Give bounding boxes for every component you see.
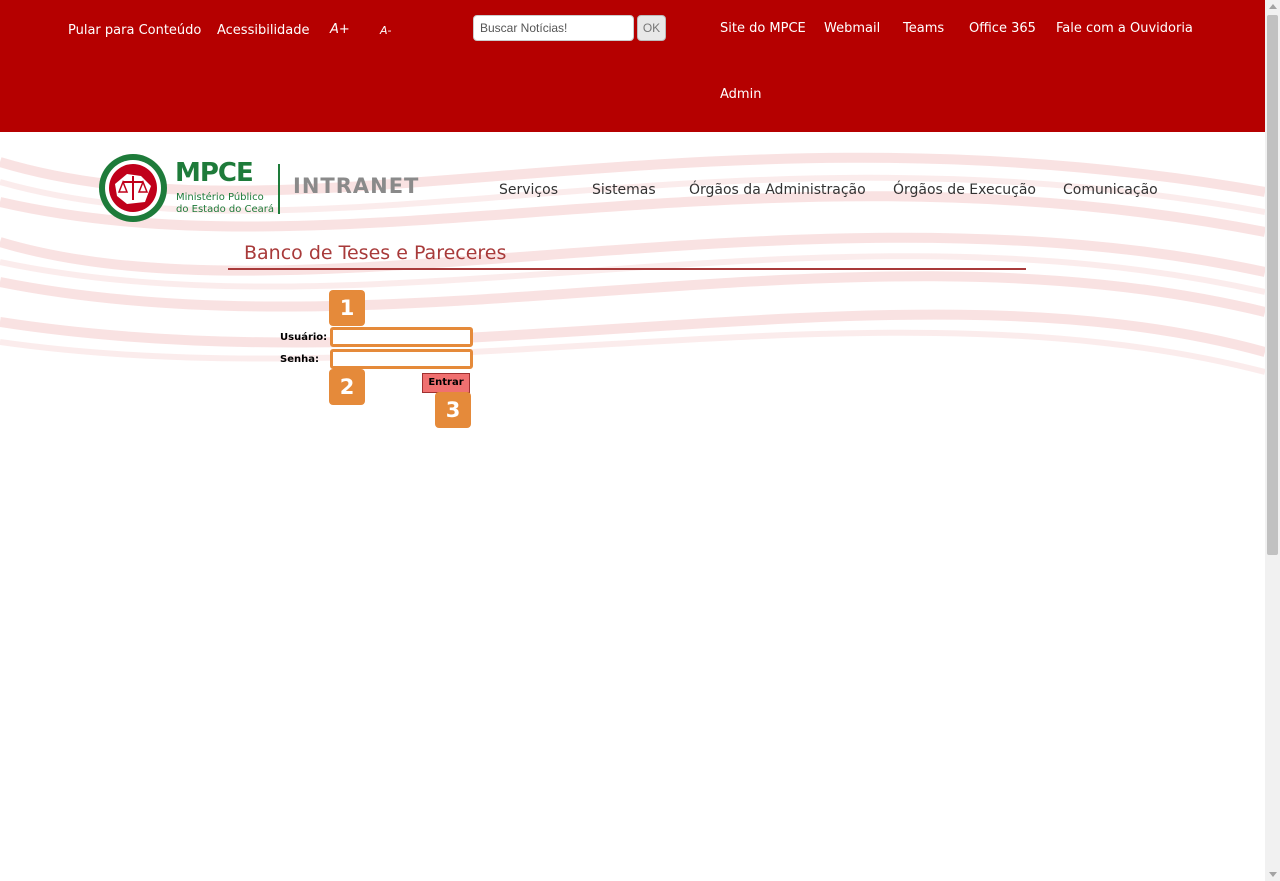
login-button[interactable]: Entrar xyxy=(422,373,470,393)
annotation-marker-3: 3 xyxy=(435,392,471,428)
logo-acronym: MPCE xyxy=(175,158,254,188)
user-input[interactable] xyxy=(330,327,473,347)
scroll-down-arrow-icon[interactable] xyxy=(1269,872,1277,877)
password-label: Senha: xyxy=(280,354,319,365)
scrollbar-thumb[interactable] xyxy=(1267,15,1278,555)
page-scrollbar[interactable] xyxy=(1265,0,1280,881)
office365-link[interactable]: Office 365 xyxy=(969,21,1036,36)
mpce-logo[interactable]: MPCE Ministério Público do Estado do Cea… xyxy=(97,154,427,224)
nav-orgaos-execucao[interactable]: Órgãos de Execução xyxy=(893,182,1036,198)
logo-line2: do Estado do Ceará xyxy=(176,204,275,215)
admin-link[interactable]: Admin xyxy=(720,87,761,102)
annotation-marker-1: 1 xyxy=(329,290,365,326)
password-input[interactable] xyxy=(330,349,473,369)
webmail-link[interactable]: Webmail xyxy=(824,21,880,36)
logo-product: INTRANET xyxy=(293,174,420,198)
accessibility-link[interactable]: Acessibilidade xyxy=(217,23,310,38)
search-input[interactable] xyxy=(473,15,634,41)
site-mpce-link[interactable]: Site do MPCE xyxy=(720,21,806,36)
user-label: Usuário: xyxy=(280,332,328,343)
nav-sistemas[interactable]: Sistemas xyxy=(592,182,656,198)
title-divider xyxy=(228,268,1026,270)
scroll-up-arrow-icon[interactable] xyxy=(1269,4,1277,9)
teams-link[interactable]: Teams xyxy=(903,21,944,36)
logo-line1: Ministério Público xyxy=(176,192,264,203)
skip-to-content-link[interactable]: Pular para Conteúdo xyxy=(68,23,201,38)
nav-comunicacao[interactable]: Comunicação xyxy=(1063,182,1158,198)
top-bar: Pular para Conteúdo Acessibilidade A+ A-… xyxy=(0,0,1265,132)
page-title: Banco de Teses e Pareceres xyxy=(244,242,507,264)
search-ok-button[interactable]: OK xyxy=(637,15,666,41)
font-increase-link[interactable]: A+ xyxy=(330,22,350,37)
nav-orgaos-administracao[interactable]: Órgãos da Administração xyxy=(689,182,866,198)
nav-servicos[interactable]: Serviços xyxy=(499,182,558,198)
annotation-marker-2: 2 xyxy=(329,369,365,405)
ouvidoria-link[interactable]: Fale com a Ouvidoria xyxy=(1056,21,1193,36)
font-decrease-link[interactable]: A- xyxy=(380,24,392,37)
